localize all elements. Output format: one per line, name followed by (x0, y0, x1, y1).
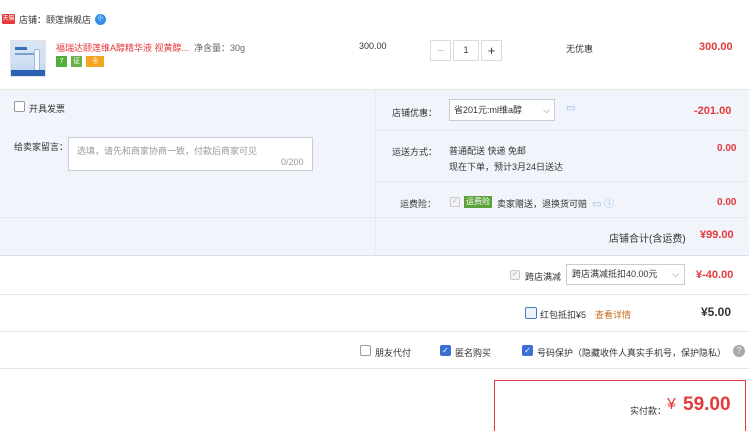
shipping-eta: 现在下单，预计3月24日送达 (449, 162, 564, 172)
friend-pay-checkbox[interactable] (360, 345, 371, 356)
cross-store-label: 跨店满减 (525, 272, 562, 282)
message-label: 给卖家留言： (14, 142, 69, 152)
quantity-increase-button[interactable]: + (481, 40, 502, 61)
comment-icon[interactable]: ▭ (566, 103, 575, 114)
shop-total-value: ¥99.00 (700, 229, 734, 241)
shop-discount-selected: 省201元:ml维a醇 (454, 105, 523, 115)
red-packet-row (0, 295, 749, 332)
number-protection-checkbox[interactable]: ✓ (522, 345, 533, 356)
message-char-count: 0/200 (281, 157, 304, 167)
shop-discount-select[interactable]: 省201元:ml维a醇 ⌵ (449, 99, 555, 121)
shop-discount-label: 店铺优惠： (392, 108, 438, 118)
panel-divider (375, 90, 376, 256)
insurance-cost: 0.00 (717, 197, 737, 208)
cross-store-checkbox: ✓ (510, 270, 520, 280)
payment-label: 实付款： (630, 406, 667, 416)
cross-store-selected: 跨店满减抵扣40.00元 (572, 269, 658, 279)
shipping-method: 普通配送 快递 免邮 (449, 146, 527, 156)
store-name[interactable]: 店铺：颐莲旗舰店 (19, 14, 91, 26)
anonymous-purchase-label[interactable]: 匿名购买 (455, 346, 491, 359)
invoice-checkbox[interactable] (14, 101, 25, 112)
cross-store-value: ¥-40.00 (696, 269, 734, 281)
authentic-cert-icon[interactable]: 证 (71, 56, 82, 67)
shop-total-label: 店铺合计(含运费) (609, 234, 686, 245)
red-packet-details-link[interactable]: 查看详情 (595, 308, 631, 321)
anonymous-purchase-checkbox[interactable]: ✓ (440, 345, 451, 356)
quantity-input[interactable]: 1 (453, 40, 479, 61)
cross-store-select[interactable]: 跨店满减抵扣40.00元 ⌵ (566, 264, 685, 285)
insurance-help-icon[interactable]: ▭ ⓘ (592, 195, 614, 210)
product-thumbnail[interactable] (10, 40, 46, 77)
tmall-logo-icon: 天猫 (2, 14, 15, 24)
payment-amount: 59.00 (683, 394, 731, 415)
quantity-decrease-button[interactable]: − (430, 40, 451, 61)
chat-seller-icon[interactable]: 小 (95, 14, 106, 25)
item-subtotal: 300.00 (699, 41, 733, 53)
red-packet-label[interactable]: 红包抵扣¥5 (540, 308, 586, 321)
unit-price: 300.00 (359, 41, 387, 51)
insurance-badge: 运费险 (464, 196, 492, 208)
product-spec: 净含量：30g (194, 43, 246, 53)
shipping-cost: 0.00 (717, 143, 737, 154)
item-discount: 无优惠 (566, 44, 594, 54)
invoice-label[interactable]: 开具发票 (29, 102, 65, 115)
red-packet-checkbox[interactable] (525, 307, 537, 319)
payment-currency: ¥ (667, 396, 676, 413)
row-divider (375, 130, 749, 131)
row-divider (375, 181, 749, 182)
red-packet-value: ¥5.00 (701, 305, 732, 319)
insurance-text: 卖家赠送，退换货可赔 (497, 199, 588, 209)
chevron-down-icon: ⌵ (543, 105, 550, 115)
product-title-link[interactable]: 福瑞达颐莲维A醇精华液 视黄醇... (56, 42, 196, 54)
help-icon[interactable]: ? (733, 345, 745, 357)
number-protection-label[interactable]: 号码保护（隐藏收件人真实手机号，保护隐私） (537, 346, 726, 359)
chevron-down-icon: ⌵ (672, 269, 679, 279)
insurance-label: 运费险： (400, 199, 437, 209)
message-placeholder: 选填，请先和商家协商一致，付款后商家可见 (77, 146, 258, 156)
insurance-checkbox: ✓ (450, 197, 460, 207)
friend-pay-label[interactable]: 朋友代付 (375, 346, 411, 359)
shop-discount-value: -201.00 (694, 105, 732, 117)
quantity-stepper: − 1 + (430, 40, 502, 61)
seven-day-return-icon[interactable]: 7 (56, 56, 67, 67)
row-divider (0, 217, 749, 218)
shipping-label: 运送方式： (392, 147, 438, 157)
credit-card-icon[interactable]: 卡 (86, 56, 104, 67)
